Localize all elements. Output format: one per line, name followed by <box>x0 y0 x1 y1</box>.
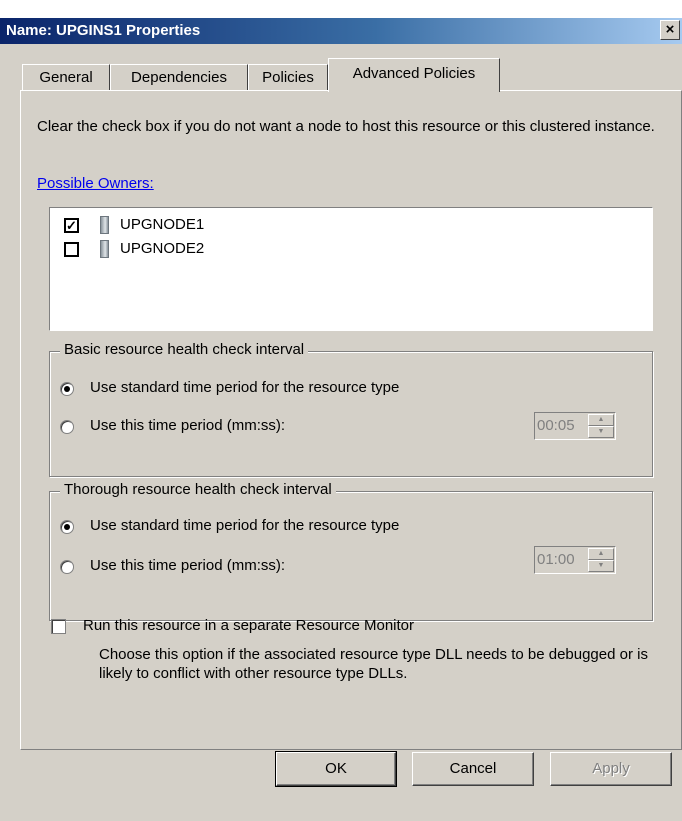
basic-health-check-group: Basic resource health check interval Use… <box>49 341 653 477</box>
group-label: Basic resource health check interval <box>60 341 309 358</box>
thorough-time-spinner[interactable]: 01:00 ▲ ▼ <box>534 546 616 574</box>
spin-down-button[interactable]: ▼ <box>588 426 614 438</box>
radio-label: Use standard time period for the resourc… <box>90 379 400 396</box>
radio-label: Use standard time period for the resourc… <box>90 517 400 534</box>
apply-button[interactable]: Apply <box>550 752 672 786</box>
tab-policies[interactable]: Policies <box>248 64 328 90</box>
basic-custom-radio[interactable] <box>60 420 74 434</box>
owner-checkbox[interactable]: ✓ <box>64 218 79 233</box>
spinner-buttons: ▲ ▼ <box>588 414 614 438</box>
radio-label: Use this time period (mm:ss): <box>90 557 286 574</box>
close-icon: × <box>665 21 675 38</box>
owner-name: UPGNODE2 <box>120 240 205 257</box>
tab-label: General <box>39 69 93 86</box>
basic-standard-radio[interactable] <box>60 382 74 396</box>
tab-general[interactable]: General <box>22 64 110 90</box>
spin-up-button[interactable]: ▲ <box>588 548 614 560</box>
server-icon <box>100 240 109 258</box>
tab-label: Advanced Policies <box>352 65 476 82</box>
tab-label: Dependencies <box>131 69 227 86</box>
separate-monitor-label: Run this resource in a separate Resource… <box>83 617 414 634</box>
possible-owners-list[interactable]: ✓ UPGNODE1 UPGNODE2 <box>49 207 653 331</box>
spinner-value: 01:00 <box>537 551 575 568</box>
background-strip <box>0 0 682 18</box>
spinner-value: 00:05 <box>537 417 575 434</box>
separate-monitor-note: Choose this option if the associated res… <box>99 646 648 682</box>
server-icon <box>100 216 109 234</box>
basic-time-spinner[interactable]: 00:05 ▲ ▼ <box>534 412 616 440</box>
ok-button[interactable]: OK <box>275 751 397 787</box>
cancel-button[interactable]: Cancel <box>412 752 534 786</box>
owners-description: Clear the check box if you do not want a… <box>37 118 655 135</box>
advanced-policies-panel: Clear the check box if you do not want a… <box>20 90 682 750</box>
tab-label: Policies <box>262 69 314 86</box>
title-bar[interactable]: Name: UPGINS1 Properties × <box>0 18 682 44</box>
separate-monitor-checkbox[interactable] <box>51 619 66 634</box>
close-button[interactable]: × <box>660 20 680 40</box>
spinner-buttons: ▲ ▼ <box>588 548 614 572</box>
dialog-body: General Dependencies Policies Advanced P… <box>0 44 682 821</box>
tab-dependencies[interactable]: Dependencies <box>110 64 248 90</box>
spin-down-button[interactable]: ▼ <box>588 560 614 572</box>
thorough-health-check-group: Thorough resource health check interval … <box>49 481 653 621</box>
thorough-custom-radio[interactable] <box>60 560 74 574</box>
owner-checkbox[interactable] <box>64 242 79 257</box>
tab-advanced-policies[interactable]: Advanced Policies <box>328 58 500 92</box>
window-title: Name: UPGINS1 Properties <box>6 22 201 39</box>
spin-up-button[interactable]: ▲ <box>588 414 614 426</box>
radio-label: Use this time period (mm:ss): <box>90 417 286 434</box>
possible-owners-link[interactable]: Possible Owners: <box>37 175 154 192</box>
owner-name: UPGNODE1 <box>120 216 205 233</box>
group-label: Thorough resource health check interval <box>60 481 336 498</box>
thorough-standard-radio[interactable] <box>60 520 74 534</box>
